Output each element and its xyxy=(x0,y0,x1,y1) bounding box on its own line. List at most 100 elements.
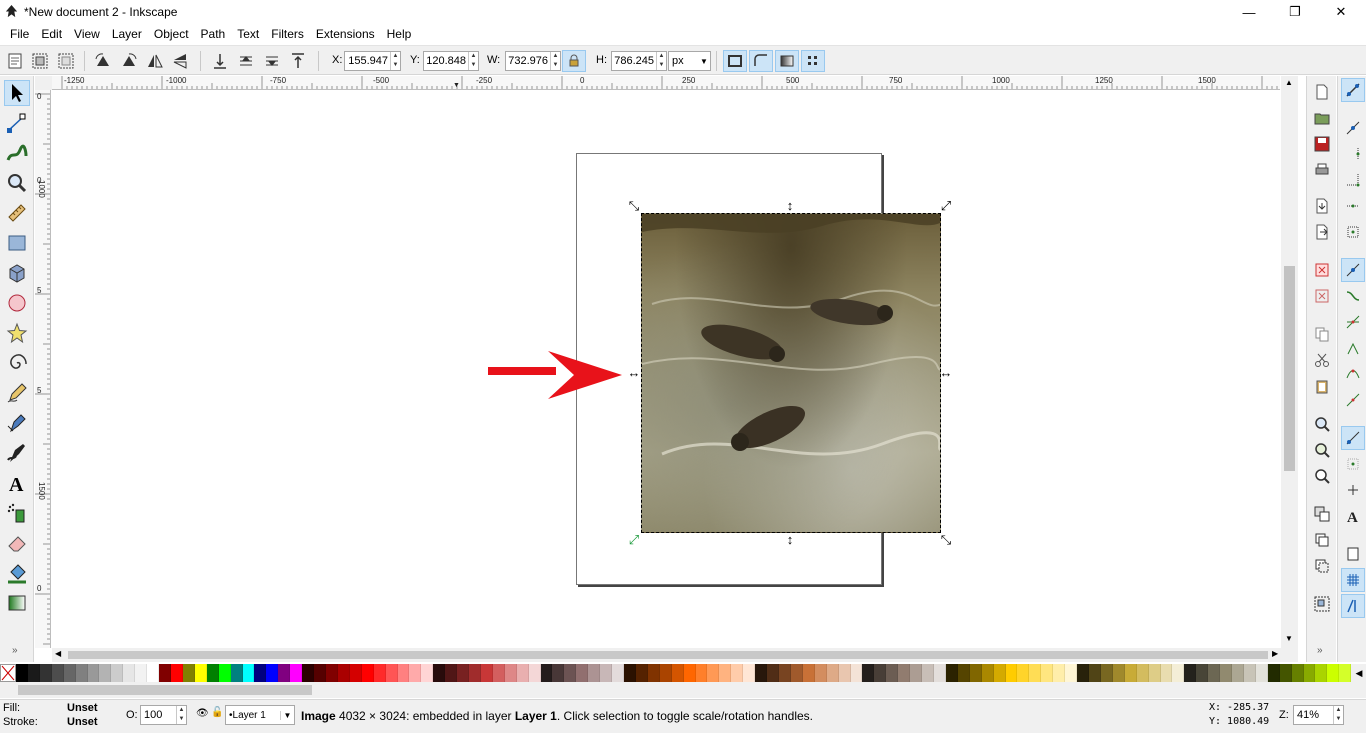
rectangle-tool-icon[interactable] xyxy=(4,230,30,256)
snap-bbox-icon[interactable] xyxy=(1341,116,1365,140)
color-swatch[interactable] xyxy=(910,664,923,682)
color-swatch[interactable] xyxy=(409,664,422,682)
spin-arrows-icon[interactable]: ▲ ▼ xyxy=(656,52,666,70)
color-swatch[interactable] xyxy=(1339,664,1352,682)
color-swatch[interactable] xyxy=(206,664,219,682)
color-swatch[interactable] xyxy=(111,664,124,682)
color-swatch[interactable] xyxy=(278,664,291,682)
color-swatch[interactable] xyxy=(516,664,529,682)
color-swatch[interactable] xyxy=(850,664,863,682)
spin-arrows-icon[interactable]: ▲ ▼ xyxy=(176,706,186,724)
color-swatch[interactable] xyxy=(397,664,410,682)
color-swatch[interactable] xyxy=(1196,664,1209,682)
pen-tool-icon[interactable] xyxy=(4,410,30,436)
snap-page-border-icon[interactable] xyxy=(1341,542,1365,566)
move-patterns-icon[interactable] xyxy=(801,50,825,72)
color-swatch[interactable] xyxy=(826,664,839,682)
gradient-tool-icon[interactable] xyxy=(4,590,30,616)
color-swatch[interactable] xyxy=(659,664,672,682)
color-swatch[interactable] xyxy=(51,664,64,682)
layer-lock-icon[interactable]: 🔓 xyxy=(211,707,223,718)
color-swatch[interactable] xyxy=(1172,664,1185,682)
menu-view[interactable]: View xyxy=(68,24,106,44)
color-swatch[interactable] xyxy=(492,664,505,682)
zoom-drawing-icon[interactable] xyxy=(1312,440,1332,460)
color-swatch[interactable] xyxy=(337,664,350,682)
width-field[interactable]: 732.976 ▲ ▼ xyxy=(505,51,561,71)
color-swatch[interactable] xyxy=(564,664,577,682)
color-swatch[interactable] xyxy=(469,664,481,682)
deselect-icon[interactable] xyxy=(57,52,75,70)
unit-select[interactable]: px ▼ xyxy=(668,51,711,71)
color-swatch[interactable] xyxy=(433,664,446,682)
color-swatch[interactable] xyxy=(361,664,374,682)
color-swatch[interactable] xyxy=(1041,664,1054,682)
color-swatch[interactable] xyxy=(862,664,875,682)
color-swatch[interactable] xyxy=(1291,664,1304,682)
ellipse-tool-icon[interactable] xyxy=(4,290,30,316)
vertical-scrollbar[interactable]: ▲ ▼ xyxy=(1281,76,1298,648)
color-swatch[interactable] xyxy=(1160,664,1173,682)
color-swatch[interactable] xyxy=(933,664,946,682)
spin-arrows-icon[interactable]: ▲ ▼ xyxy=(390,52,400,70)
scroll-up-icon[interactable]: ▲ xyxy=(1285,78,1293,87)
scale-handle-bottom-left-icon[interactable]: ⤢ xyxy=(627,533,641,547)
menu-text[interactable]: Text xyxy=(231,24,265,44)
color-swatch[interactable] xyxy=(647,664,660,682)
zoom-tool-icon[interactable] xyxy=(4,170,30,196)
lock-proportions-icon[interactable] xyxy=(562,50,586,72)
color-swatch[interactable] xyxy=(945,664,958,682)
spray-tool-icon[interactable] xyxy=(4,500,30,526)
color-swatch[interactable] xyxy=(147,664,160,682)
color-swatch[interactable] xyxy=(1243,664,1256,682)
color-swatch[interactable] xyxy=(1232,664,1244,682)
color-swatch[interactable] xyxy=(898,664,911,682)
color-swatch[interactable] xyxy=(802,664,815,682)
spin-arrows-icon[interactable]: ▲ ▼ xyxy=(550,52,560,70)
open-icon[interactable] xyxy=(1312,108,1332,128)
rotate-cw-icon[interactable] xyxy=(120,52,138,70)
color-swatch[interactable] xyxy=(695,664,708,682)
zoom-page-icon[interactable] xyxy=(1312,466,1332,486)
horizontal-scroll-thumb[interactable] xyxy=(68,651,1268,659)
measure-tool-icon[interactable] xyxy=(4,200,30,226)
height-field[interactable]: 786.245 ▲ ▼ xyxy=(611,51,667,71)
color-swatch[interactable] xyxy=(457,664,470,682)
save-icon[interactable] xyxy=(1312,134,1332,154)
color-swatch[interactable] xyxy=(874,664,887,682)
menu-help[interactable]: Help xyxy=(381,24,418,44)
star-tool-icon[interactable] xyxy=(4,320,30,346)
eraser-tool-icon[interactable] xyxy=(4,530,30,556)
move-gradients-icon[interactable] xyxy=(775,50,799,72)
pencil-tool-icon[interactable] xyxy=(4,380,30,406)
scale-handle-bottom-icon[interactable]: ↕ xyxy=(783,533,797,547)
color-swatch[interactable] xyxy=(731,664,744,682)
snap-paths-icon[interactable] xyxy=(1341,284,1365,308)
color-swatch[interactable] xyxy=(1017,664,1030,682)
spin-arrows-icon[interactable]: ▲ ▼ xyxy=(468,52,478,70)
color-swatch[interactable] xyxy=(767,664,779,682)
color-swatch[interactable] xyxy=(552,664,565,682)
color-swatch[interactable] xyxy=(719,664,732,682)
snap-bbox-edges-icon[interactable] xyxy=(1341,142,1365,166)
color-swatch[interactable] xyxy=(99,664,112,682)
color-swatch[interactable] xyxy=(170,664,183,682)
flip-vertical-icon[interactable] xyxy=(171,52,189,70)
color-swatch[interactable] xyxy=(969,664,982,682)
color-swatch[interactable] xyxy=(576,664,589,682)
calligraphy-tool-icon[interactable] xyxy=(4,440,30,466)
color-swatch[interactable] xyxy=(302,664,315,682)
color-swatch[interactable] xyxy=(504,664,517,682)
color-swatch[interactable] xyxy=(242,664,255,682)
snap-bbox-centers-icon[interactable] xyxy=(1341,220,1365,244)
layer-visibility-icon[interactable]: 👁 xyxy=(196,708,209,719)
color-swatch[interactable] xyxy=(325,664,338,682)
color-swatch[interactable] xyxy=(1029,664,1042,682)
color-swatch[interactable] xyxy=(230,664,243,682)
color-swatch[interactable] xyxy=(1279,664,1292,682)
color-swatch[interactable] xyxy=(445,664,458,682)
color-swatch[interactable] xyxy=(39,664,52,682)
snap-nodes-icon[interactable] xyxy=(1341,258,1365,282)
color-swatch[interactable] xyxy=(600,664,613,682)
zoom-selection-icon[interactable] xyxy=(1312,414,1332,434)
